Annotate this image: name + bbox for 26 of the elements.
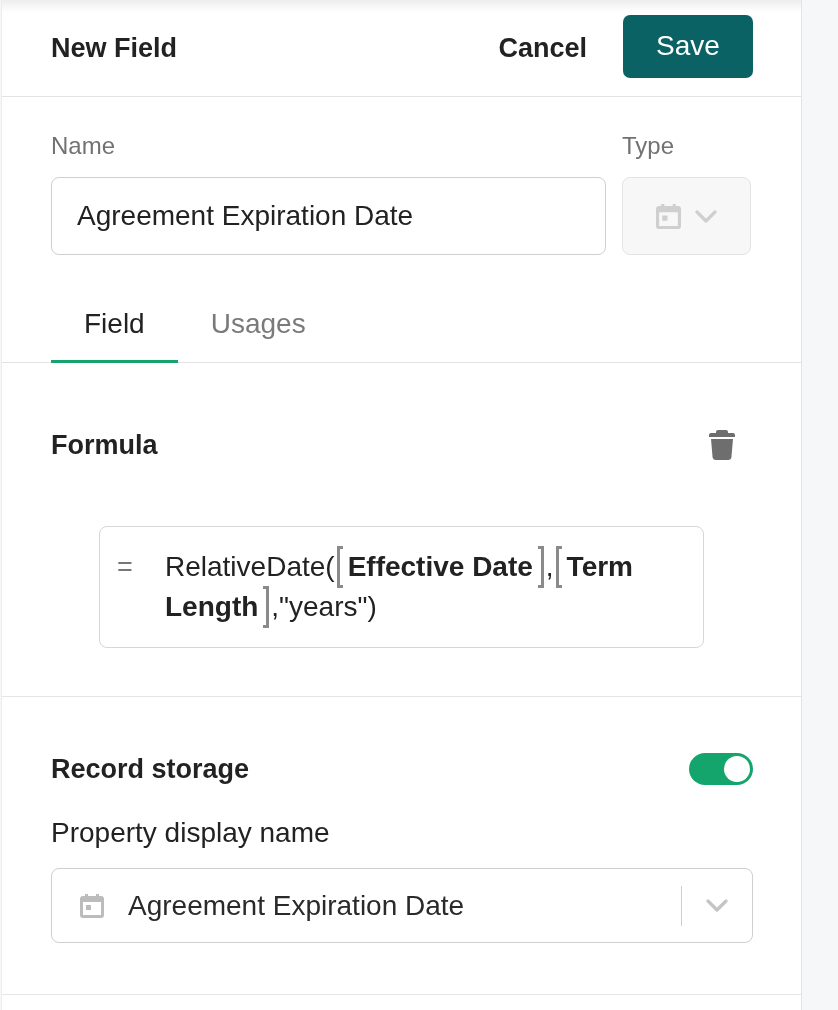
field-token: Length: [165, 586, 270, 628]
panel-title: New Field: [51, 31, 178, 65]
save-button[interactable]: Save: [623, 14, 753, 78]
section-title: Record storage: [51, 753, 250, 785]
tab[interactable]: Field: [51, 288, 178, 363]
trash-icon[interactable]: [709, 430, 735, 460]
property-select[interactable]: Agreement Expiration Date: [51, 868, 753, 943]
formula-text: ,: [545, 551, 554, 582]
tab[interactable]: Usages: [177, 288, 339, 363]
field-label: Property display name: [51, 817, 331, 849]
calendar-icon: [656, 203, 681, 229]
name-input[interactable]: Agreement Expiration Date: [51, 177, 606, 255]
chevron-down-icon: [695, 209, 717, 223]
toggle-switch[interactable]: [689, 753, 753, 785]
cancel-button[interactable]: Cancel: [498, 27, 587, 69]
field-label: Name: [51, 133, 117, 159]
field-token: Effective Date: [336, 546, 544, 588]
field-label: Type: [622, 133, 676, 159]
section-title: Formula: [51, 429, 158, 461]
formula-editor[interactable]: = RelativeDate( Effective Date , Term Length ,"years"): [99, 526, 704, 648]
formula-text: RelativeDate(: [165, 551, 335, 582]
equals-sign: =: [117, 551, 133, 584]
field-token: Term: [555, 546, 633, 588]
chevron-down-icon: [706, 899, 728, 912]
calendar-icon: [80, 893, 104, 918]
formula-text: ,"years"): [271, 591, 377, 622]
